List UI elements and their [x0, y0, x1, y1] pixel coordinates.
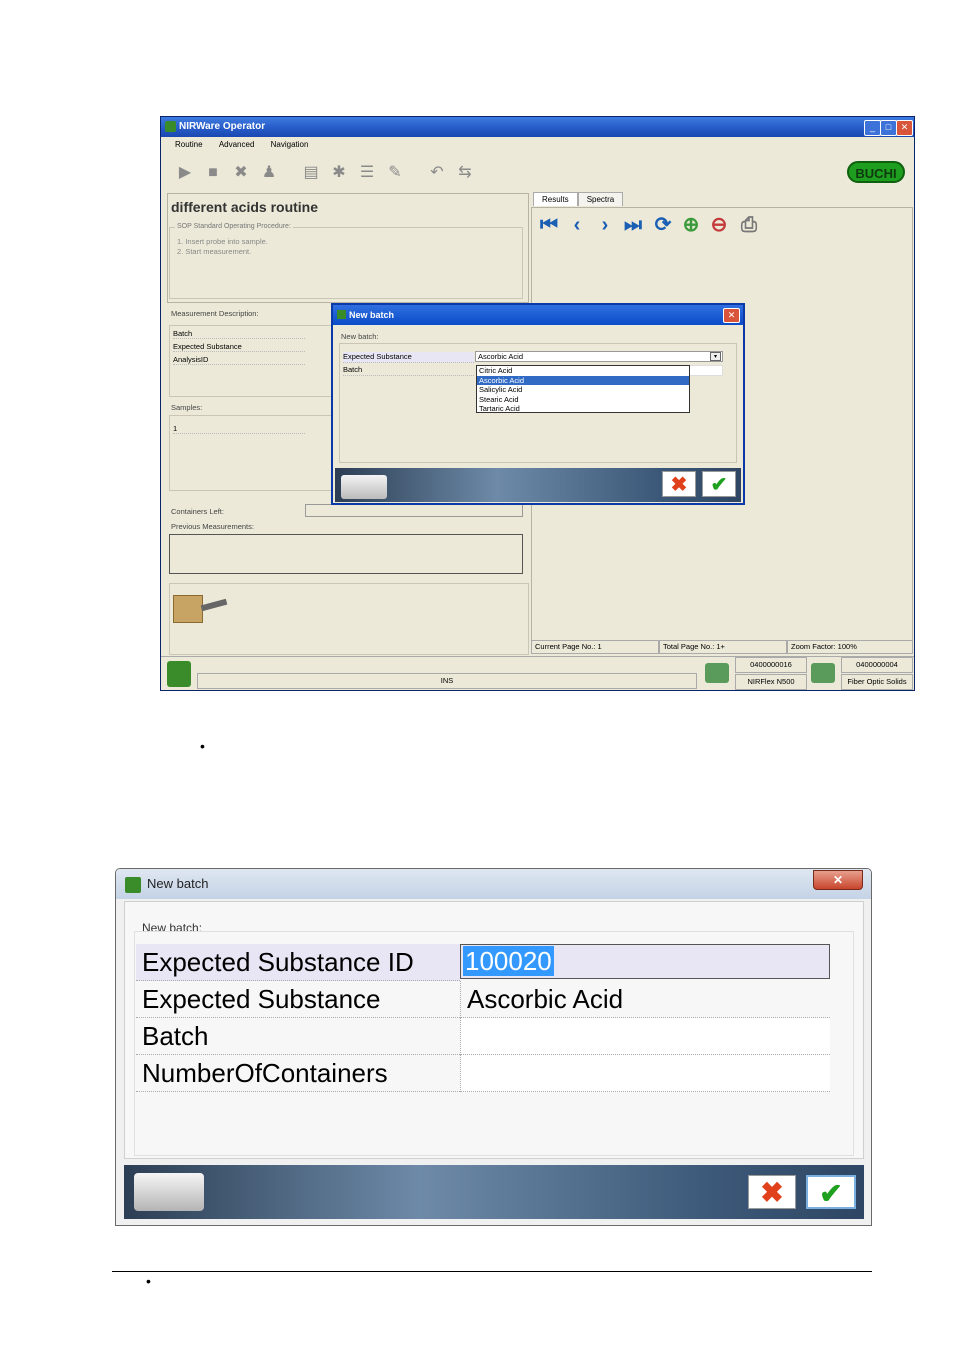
nir-logo-icon	[167, 661, 191, 687]
samples-value: 1	[173, 424, 305, 434]
minimize-icon[interactable]: _	[864, 120, 881, 136]
instrument-image	[341, 475, 387, 499]
window-title: NIRWare Operator	[161, 117, 914, 137]
main-toolbar: ▶ ■ ✖ ♟ ▤ ✱ ☰ ✎ ↶ ⇆	[161, 157, 491, 187]
device-name-2: Fiber Optic Solids	[841, 674, 913, 690]
option-tartaric-acid[interactable]: Tartaric Acid	[477, 404, 689, 414]
ok-button[interactable]: ✔	[806, 1175, 856, 1209]
next-page-icon[interactable]: ›	[593, 213, 617, 237]
dialog-app-icon	[337, 310, 346, 319]
bullet-1: •	[200, 738, 205, 754]
measurement-row-batch: Batch	[173, 329, 305, 339]
instrument-icon	[705, 663, 729, 683]
sop-line-2: 2. Start measurement.	[177, 247, 252, 256]
chevron-down-icon[interactable]: ▾	[710, 352, 721, 361]
cancel-button[interactable]: ✖	[748, 1175, 796, 1209]
menu-bar: Routine Advanced Navigation	[161, 137, 914, 153]
containers-left-label: Containers Left:	[171, 507, 224, 516]
previous-measurements-label: Previous Measurements:	[171, 522, 254, 531]
footer-rule	[112, 1271, 872, 1272]
batch-field[interactable]	[689, 365, 723, 376]
maximize-icon[interactable]: □	[880, 120, 897, 136]
expected-substance-id-value: 100020	[463, 946, 554, 976]
row-label-batch: Batch	[343, 365, 474, 376]
substance-dropdown-list: Citric Acid Ascorbic Acid Salicylic Acid…	[476, 365, 690, 413]
tab-spectra[interactable]: Spectra	[577, 192, 624, 206]
cancel-button[interactable]: ✖	[662, 471, 696, 497]
row-label-expected-substance-id: Expected Substance ID	[136, 944, 460, 981]
zoom-out-icon[interactable]: ⊖	[707, 213, 731, 237]
tools-icon[interactable]: ✎	[385, 163, 405, 183]
probe-device-icon	[811, 663, 835, 683]
measurement-row-expected-substance: Expected Substance	[173, 342, 305, 352]
dialog-title: New batch	[116, 869, 871, 899]
app-icon	[165, 121, 176, 132]
bullet-2: •	[146, 1273, 151, 1289]
menu-advanced[interactable]: Advanced	[219, 140, 255, 149]
measurement-description-label: Measurement Description:	[171, 309, 259, 318]
containers-left-field	[305, 504, 523, 517]
sop-label: SOP Standard Operating Procedure:	[175, 223, 293, 230]
ok-button[interactable]: ✔	[702, 471, 736, 497]
ins-status: INS	[197, 673, 697, 689]
sop-line-1: 1. Insert probe into sample.	[177, 237, 268, 246]
first-page-icon[interactable]: ⏮	[537, 213, 561, 237]
row-label-number-of-containers: NumberOfContainers	[136, 1055, 460, 1092]
option-ascorbic-acid[interactable]: Ascorbic Acid	[477, 375, 689, 385]
cancel-icon[interactable]: ✖	[231, 163, 251, 183]
routine-title: different acids routine	[171, 199, 319, 215]
device-name-1: NIRFlex N500	[735, 674, 807, 690]
expected-substance-select[interactable]: Ascorbic Acid	[475, 351, 723, 362]
samples-label: Samples:	[171, 403, 203, 412]
report-icon[interactable]: ▤	[301, 163, 321, 183]
undo-icon[interactable]: ↶	[427, 163, 447, 183]
dialog-close-icon[interactable]: ✕	[723, 308, 740, 323]
dialog-title: New batch	[333, 305, 743, 325]
probe-area	[169, 583, 529, 655]
redo-icon[interactable]: ⇆	[455, 163, 475, 183]
refresh-icon[interactable]: ⟳	[651, 213, 675, 237]
device-id-2: 0400000004	[841, 657, 913, 673]
dialog-close-button[interactable]: ✕	[813, 870, 863, 890]
play-icon[interactable]: ▶	[175, 163, 195, 183]
expected-substance-id-field[interactable]: 100020	[460, 944, 830, 979]
expected-substance-value[interactable]: Ascorbic Acid	[460, 981, 830, 1018]
menu-navigation[interactable]: Navigation	[271, 140, 309, 149]
sample-box-icon	[173, 595, 203, 623]
list-icon[interactable]: ☰	[357, 163, 377, 183]
instrument-image	[134, 1173, 204, 1211]
new-batch-dialog-small: New batch ✕ New batch: Expected Substanc…	[331, 303, 745, 505]
device-id-1: 0400000016	[735, 657, 807, 673]
row-label-expected-substance: Expected Substance	[343, 352, 474, 363]
sample-icon[interactable]: ♟	[259, 163, 279, 183]
result-tabs: Results Spectra	[533, 189, 624, 207]
dialog-app-icon	[125, 877, 141, 893]
last-page-icon[interactable]: ⏭	[621, 213, 645, 237]
current-page-status: Current Page No.: 1	[531, 640, 659, 654]
measurement-row-analysisid: AnalysisID	[173, 355, 305, 365]
close-icon[interactable]: ✕	[896, 120, 913, 136]
print-icon[interactable]: ⎙	[737, 213, 761, 237]
settings-icon[interactable]: ✱	[329, 163, 349, 183]
zoom-status: Zoom Factor: 100%	[787, 640, 913, 654]
menu-routine[interactable]: Routine	[175, 140, 203, 149]
row-label-expected-substance: Expected Substance	[136, 981, 460, 1018]
row-label-batch: Batch	[136, 1018, 460, 1055]
stop-icon[interactable]: ■	[203, 163, 223, 183]
option-stearic-acid[interactable]: Stearic Acid	[477, 395, 689, 405]
tab-results[interactable]: Results	[533, 192, 578, 206]
previous-measurements-box	[169, 534, 523, 574]
option-salicylic-acid[interactable]: Salicylic Acid	[477, 385, 689, 395]
zoom-in-icon[interactable]: ⊕	[679, 213, 703, 237]
previous-page-icon[interactable]: ‹	[565, 213, 589, 237]
new-batch-label: New batch:	[341, 332, 379, 341]
total-page-status: Total Page No.: 1+	[659, 640, 787, 654]
number-of-containers-field[interactable]	[460, 1055, 830, 1092]
new-batch-dialog-large: New batch ✕ New batch: Expected Substanc…	[115, 868, 872, 1226]
batch-field[interactable]	[460, 1018, 830, 1055]
buchi-logo: BUCHI	[847, 161, 905, 183]
option-citric-acid[interactable]: Citric Acid	[477, 366, 689, 376]
